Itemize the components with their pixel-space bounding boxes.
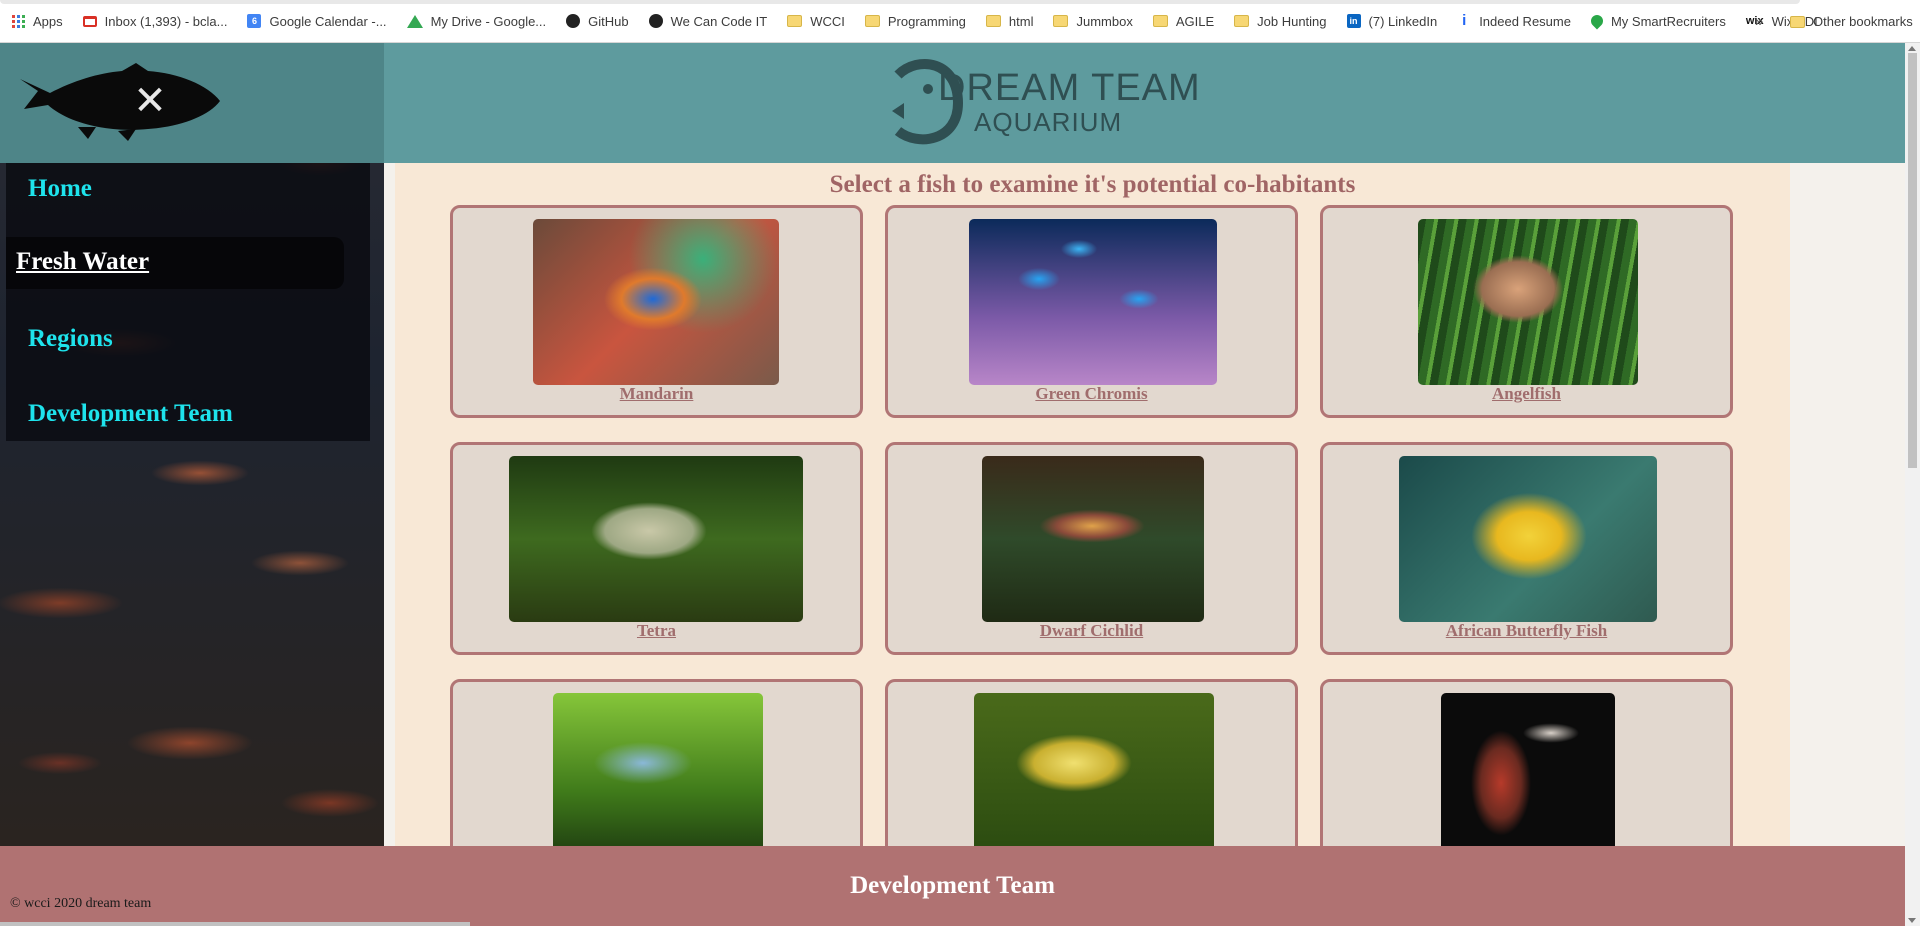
main-content: Select a fish to examine it's potential … xyxy=(395,163,1790,846)
fish-card[interactable] xyxy=(1320,679,1733,846)
fish-photo[interactable] xyxy=(1418,219,1638,385)
folder-icon xyxy=(1053,15,1069,27)
fish-link[interactable]: African Butterfly Fish xyxy=(1323,621,1730,641)
bookmark-label: Programming xyxy=(887,13,966,29)
scroll-up-arrow-icon[interactable] xyxy=(1908,46,1916,51)
fish-link[interactable]: Angelfish xyxy=(1323,384,1730,404)
folder-icon xyxy=(1152,15,1168,27)
folder-icon xyxy=(1790,15,1805,28)
brand-logo[interactable]: DREAM TEAM AQUARIUM xyxy=(888,55,1208,151)
fish-card[interactable]: African Butterfly Fish xyxy=(1320,442,1733,655)
fish-card[interactable]: Dwarf Cichlid xyxy=(885,442,1298,655)
footer-copyright: © wcci 2020 dream team xyxy=(10,896,152,911)
fish-card[interactable]: Green Chromis xyxy=(885,205,1298,418)
bookmark-label: My Drive - Google... xyxy=(430,13,547,29)
bookmark-label: (7) LinkedIn xyxy=(1368,13,1438,29)
other-bookmarks-label: Other bookmarks xyxy=(1813,14,1913,29)
bookmark-label: My SmartRecruiters xyxy=(1610,13,1726,29)
fish-photo[interactable] xyxy=(509,456,803,622)
folder-icon xyxy=(1234,15,1250,27)
bookmark-wcci[interactable]: WCCI xyxy=(787,14,845,29)
bookmark-agile[interactable]: AGILE xyxy=(1152,13,1215,29)
bookmark-smartrecruiters[interactable]: My SmartRecruiters xyxy=(1588,12,1726,30)
header-menu-panel: ✕ xyxy=(0,43,384,163)
site-header: ✕ DREAM TEAM AQUARIUM xyxy=(0,43,1905,163)
indeed-icon: i xyxy=(1462,12,1467,29)
fish-photo[interactable] xyxy=(982,456,1204,622)
page: ✕ DREAM TEAM AQUARIUM Home Fresh Water R… xyxy=(0,43,1905,926)
fish-card[interactable] xyxy=(450,679,863,846)
bookmark-label: Indeed Resume xyxy=(1479,13,1571,29)
vertical-scrollbar[interactable] xyxy=(1905,43,1920,926)
bookmark-indeed[interactable]: i Indeed Resume xyxy=(1457,12,1571,29)
fish-card[interactable] xyxy=(885,679,1298,846)
fish-link[interactable]: Green Chromis xyxy=(888,384,1295,404)
github-icon xyxy=(566,14,581,28)
bookmark-label: Job Hunting xyxy=(1257,13,1327,29)
folder-icon xyxy=(864,15,880,27)
github-icon xyxy=(648,14,663,28)
bookmark-label: AGILE xyxy=(1175,13,1215,29)
bookmark-apps[interactable]: Apps xyxy=(12,14,63,29)
bookmark-label: Apps xyxy=(33,13,63,29)
fish-photo[interactable] xyxy=(974,693,1214,846)
fish-link[interactable]: Dwarf Cichlid xyxy=(888,621,1295,641)
nav-item-fresh-water[interactable]: Fresh Water xyxy=(6,237,344,289)
fish-silhouette-icon xyxy=(20,63,220,141)
gmail-icon xyxy=(82,15,97,27)
folder-icon xyxy=(985,15,1001,27)
brand-title-bottom: AQUARIUM xyxy=(974,107,1123,137)
bookmark-jummbox[interactable]: Jummbox xyxy=(1053,13,1133,29)
bookmark-label: WCCI xyxy=(810,13,845,29)
fish-photo[interactable] xyxy=(553,693,763,846)
fish-link[interactable]: Tetra xyxy=(453,621,860,641)
nav-item-regions[interactable]: Regions xyxy=(28,325,113,353)
tab-strip-edge xyxy=(0,0,1800,4)
footer-title: Development Team xyxy=(850,872,1055,899)
site-footer: Development Team © wcci 2020 dream team xyxy=(0,846,1905,926)
drive-icon xyxy=(406,14,423,28)
bookmark-label: We Can Code IT xyxy=(670,13,768,29)
page-title: Select a fish to examine it's potential … xyxy=(829,171,1356,198)
scrollbar-thumb[interactable] xyxy=(1908,53,1917,468)
apps-icon xyxy=(12,14,25,28)
bookmark-we-can-code-it[interactable]: We Can Code IT xyxy=(648,13,768,29)
sidebar-nav: Home Fresh Water Regions Development Tea… xyxy=(6,163,370,441)
linkedin-icon: in xyxy=(1346,14,1361,28)
close-menu-button[interactable]: ✕ xyxy=(128,79,172,123)
bookmark-linkedin[interactable]: in (7) LinkedIn xyxy=(1346,13,1438,29)
horizontal-scrollbar-thumb[interactable] xyxy=(0,922,470,926)
fish-card[interactable]: Angelfish xyxy=(1320,205,1733,418)
smartrecruiters-icon xyxy=(1588,12,1606,30)
bookmark-label: html xyxy=(1008,13,1034,29)
bookmark-label: GitHub xyxy=(588,13,629,29)
brand-title-top: DREAM TEAM xyxy=(938,67,1201,109)
nav-item-label: Fresh Water xyxy=(16,248,150,275)
fish-photo[interactable] xyxy=(1441,693,1615,846)
scroll-down-arrow-icon[interactable] xyxy=(1908,918,1916,923)
fish-link[interactable]: Mandarin xyxy=(453,384,860,404)
folder-icon xyxy=(787,15,803,27)
fish-photo[interactable] xyxy=(1399,456,1657,622)
bookmark-drive[interactable]: My Drive - Google... xyxy=(406,13,547,29)
nav-item-home[interactable]: Home xyxy=(28,175,92,203)
bookmarks-overflow-button[interactable]: » xyxy=(1755,13,1763,30)
bookmark-label: Google Calendar -... xyxy=(269,13,387,29)
bookmark-job-hunting[interactable]: Job Hunting xyxy=(1234,13,1327,29)
fish-card[interactable]: Tetra xyxy=(450,442,863,655)
fish-photo[interactable] xyxy=(969,219,1217,385)
bookmark-html[interactable]: html xyxy=(985,13,1034,29)
bookmark-programming[interactable]: Programming xyxy=(864,13,966,29)
fish-photo[interactable] xyxy=(533,219,779,385)
nav-item-development-team[interactable]: Development Team xyxy=(28,400,233,428)
other-bookmarks[interactable]: Other bookmarks xyxy=(1790,14,1913,29)
fish-card[interactable]: Mandarin xyxy=(450,205,863,418)
bookmark-calendar[interactable]: 6 Google Calendar -... xyxy=(247,13,387,29)
bookmark-inbox[interactable]: Inbox (1,393) - bcla... xyxy=(82,13,228,29)
bookmark-github[interactable]: GitHub xyxy=(566,13,629,29)
bookmarks-bar: Apps Inbox (1,393) - bcla... 6 Google Cal… xyxy=(0,0,1920,43)
bookmark-label: Jummbox xyxy=(1076,13,1133,29)
calendar-icon: 6 xyxy=(247,14,262,28)
bookmark-label: Inbox (1,393) - bcla... xyxy=(104,13,228,29)
